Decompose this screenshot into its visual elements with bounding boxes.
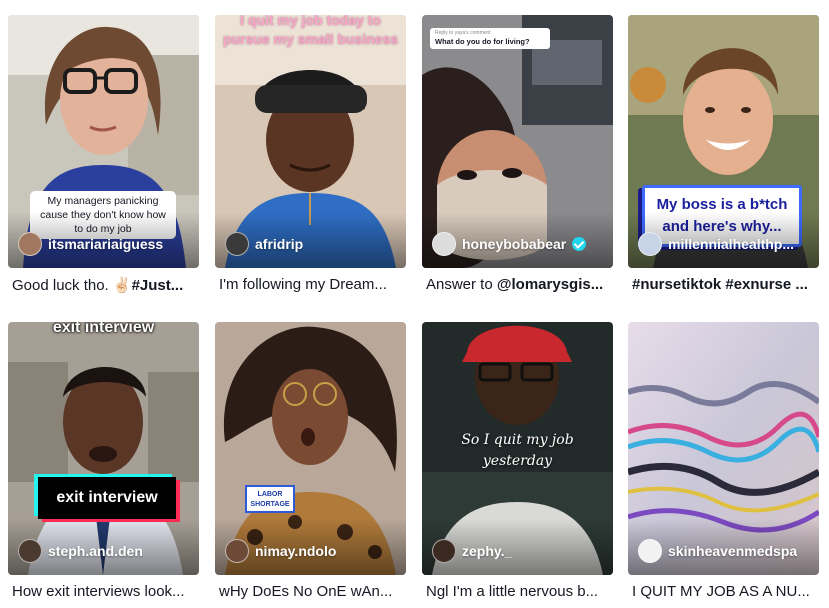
video-thumbnail[interactable]: exit interview exit interview steph.and.…: [8, 322, 199, 575]
video-thumbnail[interactable]: Reply to yaya's comment What do you do f…: [422, 15, 613, 268]
avatar[interactable]: [18, 232, 42, 256]
avatar[interactable]: [225, 232, 249, 256]
author-link[interactable]: itsmariariaiguess: [18, 232, 193, 256]
video-card[interactable]: exit interview exit interview steph.and.…: [8, 322, 199, 608]
video-caption[interactable]: wHy DoEs No OnE wAn...: [219, 583, 402, 600]
avatar[interactable]: [18, 539, 42, 563]
video-caption[interactable]: Good luck tho. ✌🏻#Just...: [12, 276, 195, 294]
caption-text: I QUIT MY JOB AS A NU...: [632, 583, 810, 600]
video-caption[interactable]: I QUIT MY JOB AS A NU...: [632, 583, 815, 600]
overlay-text-box: exit interview: [38, 477, 176, 519]
avatar[interactable]: [638, 232, 662, 256]
overlay-text: So I quit my job yesterday: [461, 432, 574, 469]
author-link[interactable]: zephy._: [432, 539, 607, 563]
reply-label: Reply to yaya's comment: [435, 30, 491, 36]
overlay-text-box: LABOR SHORTAGE: [245, 485, 295, 513]
video-thumbnail[interactable]: LABOR SHORTAGE nimay.ndolo: [215, 322, 406, 575]
video-card[interactable]: My boss is a b*tch and here's why... mil…: [628, 15, 819, 301]
author-link[interactable]: nimay.ndolo: [225, 539, 400, 563]
caption-text: Ngl I'm a little nervous b...: [426, 583, 599, 600]
username[interactable]: skinheavenmedspa: [668, 543, 797, 559]
video-card[interactable]: I quit my job today to pursue my small b…: [215, 15, 406, 301]
caption-hashtag[interactable]: #Just...: [132, 277, 184, 294]
video-thumbnail[interactable]: skinheavenmedspa: [628, 322, 819, 575]
comment-reply-box: Reply to yaya's comment What do you do f…: [430, 28, 550, 49]
author-link[interactable]: steph.and.den: [18, 539, 193, 563]
caption-text: wHy DoEs No OnE wAn...: [219, 583, 393, 600]
video-card[interactable]: So I quit my job yesterday zephy._ Ngl I…: [422, 322, 613, 608]
video-caption[interactable]: #nursetiktok #exnurse ...: [632, 276, 815, 293]
video-grid: My managers panicking cause they don't k…: [0, 0, 829, 608]
caption-hashtag[interactable]: #nursetiktok #exnurse ...: [632, 276, 808, 293]
video-thumbnail[interactable]: So I quit my job yesterday zephy._: [422, 322, 613, 575]
username[interactable]: afridrip: [255, 236, 303, 252]
author-link[interactable]: honeybobabear: [432, 232, 607, 256]
video-caption[interactable]: I'm following my Dream...: [219, 276, 402, 293]
video-thumbnail[interactable]: I quit my job today to pursue my small b…: [215, 15, 406, 268]
author-link[interactable]: skinheavenmedspa: [638, 539, 813, 563]
video-card[interactable]: LABOR SHORTAGE nimay.ndolo wHy DoEs No O…: [215, 322, 406, 608]
video-thumbnail[interactable]: My managers panicking cause they don't k…: [8, 15, 199, 268]
avatar[interactable]: [432, 539, 456, 563]
author-link[interactable]: millennialhealthp...: [638, 232, 813, 256]
overlay-title: I quit my job today to pursue my small b…: [222, 15, 399, 47]
verified-icon: [572, 237, 587, 251]
overlay-top-text: exit interview: [52, 322, 155, 336]
video-caption[interactable]: Answer to @lomarysgis...: [426, 276, 609, 293]
video-card[interactable]: My managers panicking cause they don't k…: [8, 15, 199, 301]
video-card[interactable]: Reply to yaya's comment What do you do f…: [422, 15, 613, 301]
username[interactable]: itsmariariaiguess: [48, 236, 163, 252]
avatar[interactable]: [225, 539, 249, 563]
avatar[interactable]: [432, 232, 456, 256]
caption-text: Good luck tho. ✌🏻: [12, 277, 132, 294]
caption-text: How exit interviews look...: [12, 583, 185, 600]
caption-text: Answer to: [426, 276, 497, 293]
username[interactable]: millennialhealthp...: [668, 236, 794, 252]
username[interactable]: steph.and.den: [48, 543, 143, 559]
reply-question: What do you do for living?: [435, 37, 530, 46]
video-caption[interactable]: Ngl I'm a little nervous b...: [426, 583, 609, 600]
author-link[interactable]: afridrip: [225, 232, 400, 256]
username[interactable]: honeybobabear: [462, 236, 566, 252]
caption-text: I'm following my Dream...: [219, 276, 387, 293]
avatar[interactable]: [638, 539, 662, 563]
caption-mention[interactable]: @lomarysgis...: [497, 276, 603, 293]
video-card[interactable]: skinheavenmedspa I QUIT MY JOB AS A NU..…: [628, 322, 819, 608]
username[interactable]: zephy._: [462, 543, 512, 559]
video-thumbnail[interactable]: My boss is a b*tch and here's why... mil…: [628, 15, 819, 268]
video-caption[interactable]: How exit interviews look...: [12, 583, 195, 600]
username[interactable]: nimay.ndolo: [255, 543, 336, 559]
